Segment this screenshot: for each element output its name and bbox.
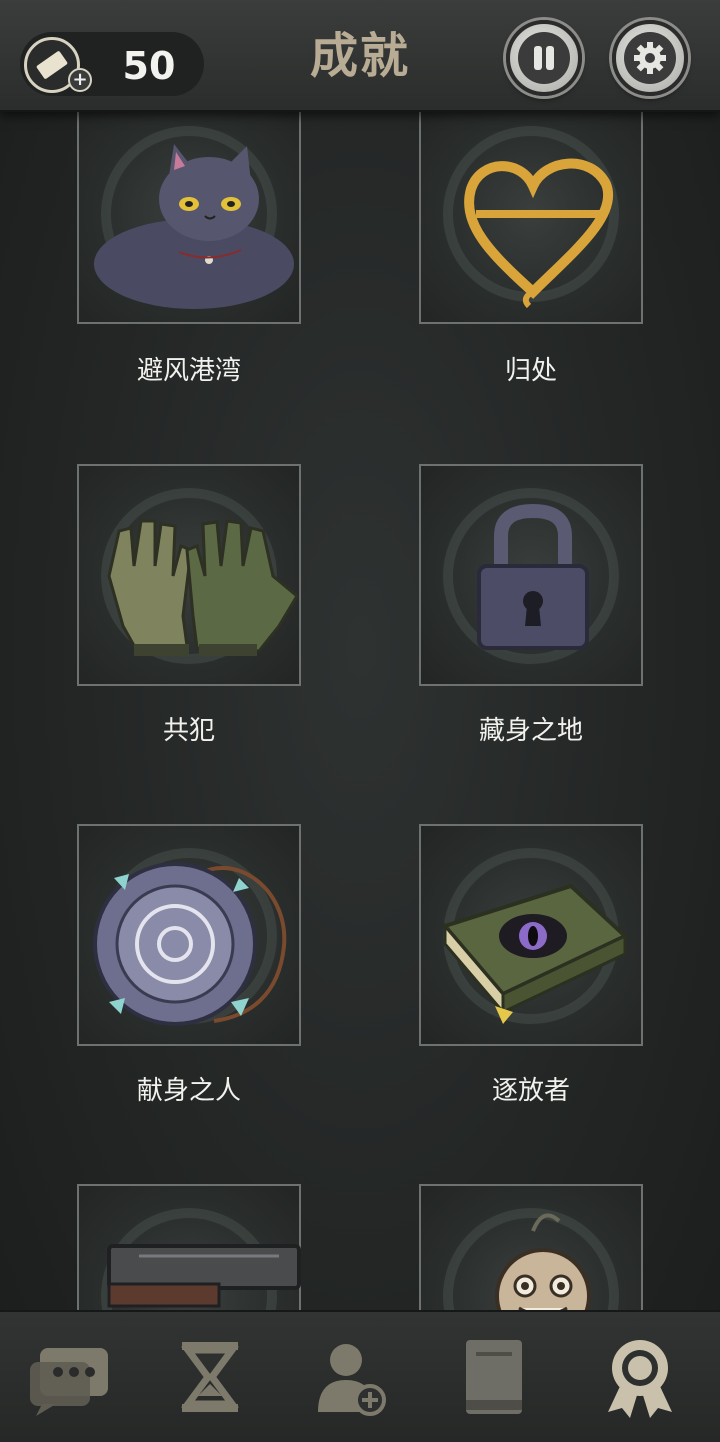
achievement-label: 归处 <box>504 356 557 386</box>
nav-chat[interactable] <box>22 1334 118 1420</box>
nav-journal[interactable] <box>446 1334 542 1420</box>
achievement-card[interactable] <box>419 1184 643 1310</box>
cat-icon <box>94 144 294 309</box>
achievement-card[interactable] <box>77 824 301 1046</box>
achievement-card[interactable] <box>419 110 643 324</box>
golden-heart-icon <box>464 158 613 309</box>
achievement-label: 藏身之地 <box>478 716 583 746</box>
nav-timeline[interactable] <box>162 1334 258 1420</box>
gloves-icon <box>107 519 299 656</box>
add-tickets-icon[interactable]: + <box>68 68 92 92</box>
achievement-label: 避风港湾 <box>136 356 241 386</box>
gear-icon <box>634 42 666 74</box>
achievement-card[interactable] <box>77 110 301 324</box>
nav-contacts[interactable] <box>304 1334 400 1420</box>
achievement-card[interactable] <box>419 464 643 686</box>
amulet-icon <box>93 862 287 1026</box>
achievement-label: 献身之人 <box>136 1076 241 1106</box>
achievement-card[interactable] <box>77 464 301 686</box>
hourglass-icon <box>181 1342 239 1412</box>
add-contact-icon <box>318 1344 386 1416</box>
top-bar: + 50 成就 <box>0 0 720 112</box>
achievement-card[interactable] <box>419 824 643 1046</box>
settings-button[interactable] <box>612 20 688 96</box>
achievement-label: 共犯 <box>162 716 215 746</box>
achievement-label: 逐放者 <box>491 1076 570 1106</box>
book-icon <box>466 1340 522 1414</box>
nav-achievements[interactable] <box>592 1334 688 1420</box>
pistol-icon <box>107 1244 301 1308</box>
pause-icon <box>518 32 570 84</box>
page-title: 成就 <box>309 28 410 84</box>
doll-head-icon <box>495 1213 591 1310</box>
achievement-card[interactable] <box>77 1184 301 1310</box>
bottom-navigation <box>0 1310 720 1442</box>
achievement-grid: 避风港湾 归处 共犯 藏身之地 献身之人 逐放者 <box>0 110 720 1310</box>
ticket-count: 50 <box>122 44 176 88</box>
award-ribbon-icon <box>608 1340 672 1418</box>
padlock-icon <box>477 503 589 650</box>
chat-icon <box>30 1348 108 1416</box>
eye-book-icon <box>441 883 629 1024</box>
pause-button[interactable] <box>506 20 582 96</box>
